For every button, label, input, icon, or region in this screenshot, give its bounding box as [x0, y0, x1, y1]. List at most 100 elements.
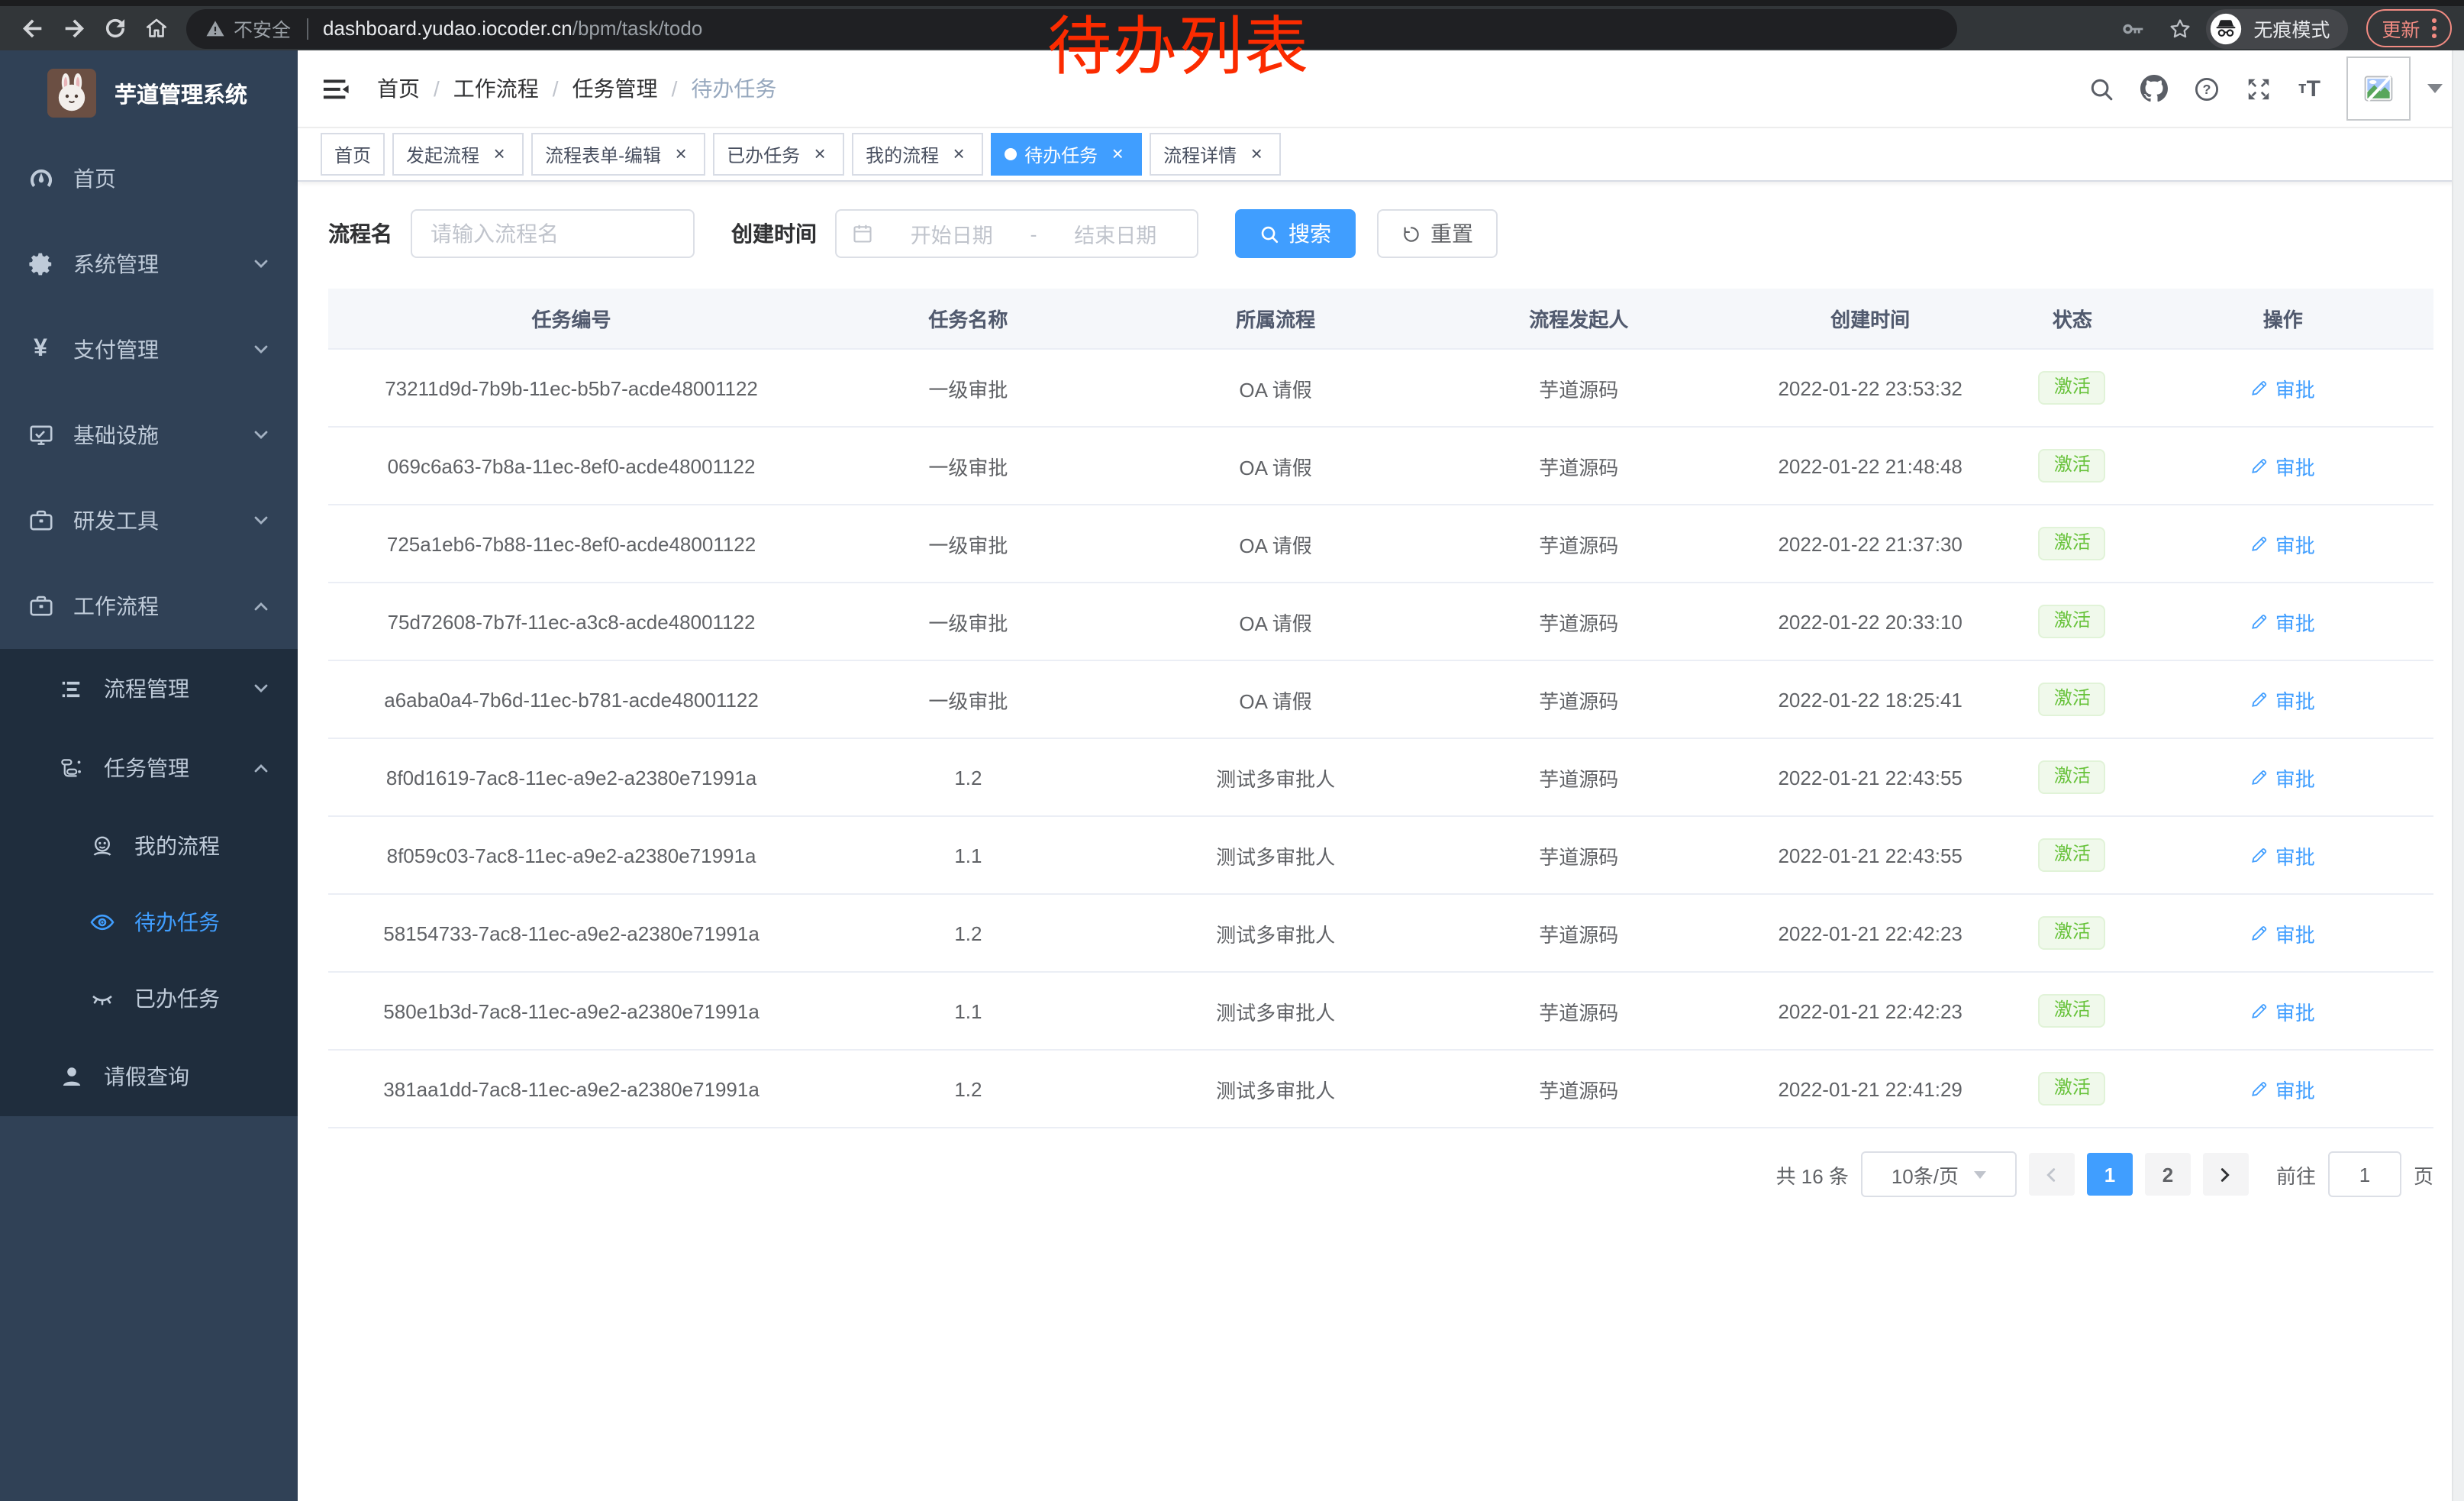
- approve-link[interactable]: 审批: [2251, 763, 2315, 792]
- table-body: 73211d9d-7b9b-11ec-b5b7-acde48001122 一级审…: [328, 349, 2433, 1128]
- tab[interactable]: 流程表单-编辑: [531, 133, 705, 176]
- cell-task-id: 381aa1dd-7ac8-11ec-a9e2-a2380e71991a: [328, 1050, 814, 1128]
- sidebar-item[interactable]: 研发工具: [0, 478, 298, 563]
- reset-button[interactable]: 重置: [1377, 209, 1498, 258]
- edit-pencil-icon: [2251, 846, 2269, 864]
- sidebar-item[interactable]: 系统管理: [0, 221, 298, 307]
- status-badge: 激活: [2039, 995, 2106, 1027]
- address-bar[interactable]: 不安全 dashboard.yudao.iocoder.cn/bpm/task/…: [186, 8, 1957, 48]
- sidebar-item[interactable]: 基础设施: [0, 392, 298, 478]
- approve-link[interactable]: 审批: [2251, 918, 2315, 947]
- tab[interactable]: 我的流程: [852, 133, 983, 176]
- approve-link[interactable]: 审批: [2251, 685, 2315, 714]
- update-button[interactable]: 更新: [2366, 9, 2452, 47]
- eye-open-icon: [89, 909, 114, 935]
- sidebar-item[interactable]: 我的流程: [0, 808, 298, 884]
- key-icon[interactable]: [2111, 8, 2153, 49]
- approve-link-label: 审批: [2275, 529, 2315, 558]
- monitor-icon: [27, 422, 53, 448]
- goto-page-input[interactable]: 1: [2328, 1151, 2401, 1197]
- tab-close-icon[interactable]: [1246, 144, 1267, 165]
- avatar-caret-icon[interactable]: [2427, 84, 2443, 93]
- date-range-picker[interactable]: 开始日期 - 结束日期: [835, 209, 1198, 258]
- security-label[interactable]: 不安全: [234, 14, 291, 43]
- approve-link[interactable]: 审批: [2251, 841, 2315, 870]
- cell-process: OA 请假: [1122, 583, 1430, 660]
- logo[interactable]: 芋道管理系统: [0, 50, 298, 136]
- font-size-icon[interactable]: тT: [2298, 76, 2320, 102]
- sidebar-item[interactable]: 流程管理: [0, 649, 298, 728]
- home-icon[interactable]: [136, 8, 177, 49]
- tab[interactable]: 首页: [321, 133, 385, 176]
- tab-close-icon[interactable]: [670, 144, 692, 165]
- approve-link[interactable]: 审批: [2251, 607, 2315, 636]
- approve-link[interactable]: 审批: [2251, 529, 2315, 558]
- sidebar-item[interactable]: 任务管理: [0, 728, 298, 808]
- sidebar-item[interactable]: 已办任务: [0, 960, 298, 1037]
- cell-process: 测试多审批人: [1122, 894, 1430, 972]
- fullscreen-icon[interactable]: [2246, 76, 2272, 102]
- briefcase-icon: [27, 593, 53, 619]
- reload-icon[interactable]: [95, 8, 136, 49]
- sidebar-item-label: 我的流程: [134, 831, 220, 861]
- github-icon[interactable]: [2141, 75, 2169, 102]
- status-badge: 激活: [2039, 605, 2106, 638]
- breadcrumb-item[interactable]: 待办任务: [658, 73, 777, 104]
- status-badge: 激活: [2039, 761, 2106, 793]
- yen-icon: ¥: [27, 337, 53, 363]
- task-table: 任务编号任务名称所属流程流程发起人创建时间状态操作 73211d9d-7b9b-…: [298, 276, 2464, 1128]
- tab-close-icon[interactable]: [948, 144, 969, 165]
- sidebar-item[interactable]: 待办任务: [0, 884, 298, 960]
- sidebar-item-label: 待办任务: [134, 907, 220, 938]
- page-size-select[interactable]: 10条/页: [1861, 1151, 2017, 1197]
- table-row: 75d72608-7b7f-11ec-a3c8-acde48001122 一级审…: [328, 583, 2433, 660]
- page-number-button[interactable]: 2: [2145, 1153, 2191, 1196]
- status-badge: 激活: [2039, 1073, 2106, 1105]
- list-icon: [58, 676, 84, 702]
- next-page-button[interactable]: [2203, 1153, 2249, 1196]
- scrollbar[interactable]: [2452, 50, 2464, 1501]
- tab-close-icon[interactable]: [1107, 144, 1128, 165]
- sidebar-item[interactable]: ¥ 支付管理: [0, 307, 298, 392]
- approve-link[interactable]: 审批: [2251, 451, 2315, 480]
- sidebar-item[interactable]: 请假查询: [0, 1037, 298, 1116]
- chevron-down-icon: [1974, 1170, 1986, 1178]
- browser-menu-icon[interactable]: [2432, 18, 2437, 39]
- approve-link[interactable]: 审批: [2251, 996, 2315, 1025]
- approve-link[interactable]: 审批: [2251, 373, 2315, 402]
- back-icon[interactable]: [12, 8, 53, 49]
- tab-label: 流程表单-编辑: [545, 141, 661, 167]
- hamburger-icon[interactable]: [319, 72, 353, 105]
- cell-initiator: 芋道源码: [1429, 583, 1728, 660]
- breadcrumb-item[interactable]: 首页: [377, 73, 420, 104]
- chevron-icon: [252, 679, 270, 698]
- warning-icon: [205, 18, 226, 39]
- search-button[interactable]: 搜索: [1235, 209, 1356, 258]
- search-icon[interactable]: [2089, 76, 2115, 102]
- tab[interactable]: 流程详情: [1150, 133, 1281, 176]
- status-badge: 激活: [2039, 839, 2106, 871]
- breadcrumb-item[interactable]: 工作流程: [420, 73, 539, 104]
- tab-close-icon[interactable]: [489, 144, 510, 165]
- tab[interactable]: 发起流程: [392, 133, 524, 176]
- tab[interactable]: 待办任务: [991, 133, 1142, 176]
- breadcrumb-item[interactable]: 任务管理: [539, 73, 658, 104]
- cell-process: 测试多审批人: [1122, 1050, 1430, 1128]
- bookmark-star-icon[interactable]: [2159, 8, 2200, 49]
- approve-link-label: 审批: [2275, 607, 2315, 636]
- svg-text:?: ?: [2203, 81, 2211, 96]
- forward-icon[interactable]: [53, 8, 95, 49]
- prev-page-button[interactable]: [2029, 1153, 2075, 1196]
- sidebar-item[interactable]: 首页: [0, 136, 298, 221]
- cell-initiator: 芋道源码: [1429, 349, 1728, 427]
- help-icon[interactable]: ?: [2195, 76, 2221, 102]
- page-number-button[interactable]: 1: [2087, 1153, 2133, 1196]
- process-name-input[interactable]: 请输入流程名: [411, 209, 695, 258]
- tab-close-icon[interactable]: [809, 144, 830, 165]
- avatar[interactable]: [2346, 56, 2411, 121]
- cell-created: 2022-01-21 22:42:23: [1728, 972, 2012, 1050]
- approve-link[interactable]: 审批: [2251, 1074, 2315, 1103]
- sidebar-item[interactable]: 工作流程: [0, 563, 298, 649]
- tab[interactable]: 已办任务: [713, 133, 844, 176]
- status-badge: 激活: [2039, 683, 2106, 715]
